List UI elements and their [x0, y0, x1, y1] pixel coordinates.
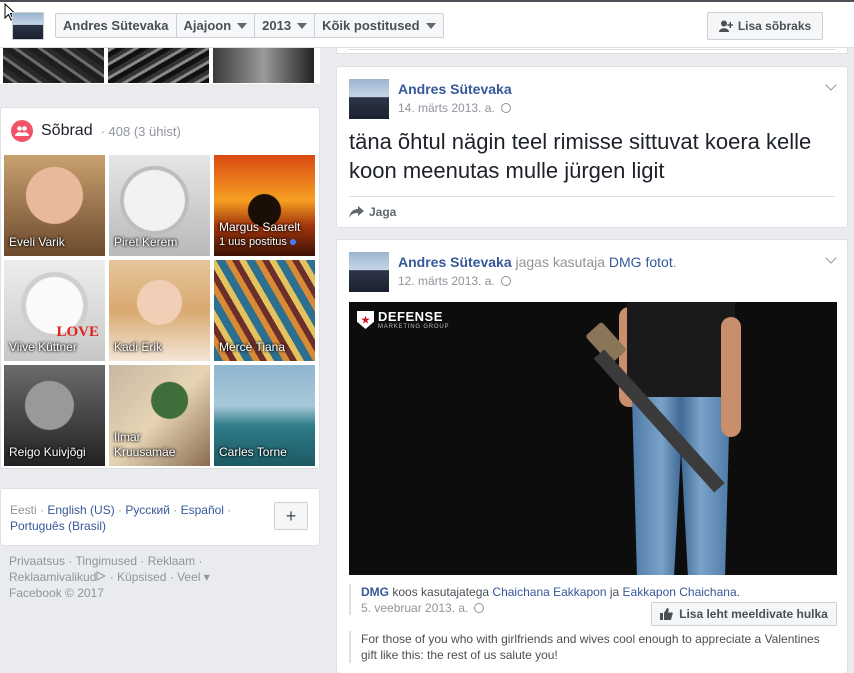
tagged-user-link[interactable]: Eakkapon Chaichana — [623, 585, 737, 599]
shared-post-meta: DMG koos kasutajatega Chaichana Eakkapon… — [349, 584, 837, 626]
ad-choices-icon — [96, 571, 107, 581]
friends-header: Sõbrad · 408 (3 ühist) — [11, 120, 181, 142]
post-options-chevron-icon[interactable] — [825, 252, 837, 264]
friend-name[interactable]: Kadi Erik — [114, 340, 162, 355]
post-author-avatar[interactable] — [349, 252, 389, 292]
shared-post-source: DMG koos kasutajatega Chaichana Eakkapon… — [361, 585, 740, 599]
footer-link-ads[interactable]: Reklaam — [148, 554, 195, 568]
top-bar: Andres Sütevaka Ajajoon 2013 Kõik postit… — [0, 0, 854, 48]
photo-thumbnail[interactable] — [213, 48, 314, 83]
friend-tile[interactable]: Ilmar Kruusamäe — [109, 365, 210, 466]
friend-tile[interactable]: Piret Kerem — [109, 155, 210, 256]
languages-card: Eesti · English (US) · Русский · Español… — [0, 488, 320, 546]
add-language-button[interactable]: + — [274, 502, 308, 530]
shared-photo[interactable]: DEFENSE MARKETING GROUP — [349, 302, 837, 575]
post-card: Andres Sütevaka jagas kasutaja DMG fotot… — [336, 239, 848, 673]
chevron-down-icon — [425, 22, 436, 29]
post-author-name[interactable]: Andres Sütevaka — [398, 254, 512, 270]
language-option[interactable]: Português (Brasil) — [10, 519, 106, 533]
photo-thumbnail[interactable] — [3, 48, 104, 83]
share-button[interactable]: Jaga — [349, 205, 396, 219]
friend-tile[interactable]: Mercè Tiana — [214, 260, 315, 361]
friend-tile[interactable]: Margus Saarelt 1 uus postitus — [214, 155, 315, 256]
footer-link-privacy[interactable]: Privaatsus — [9, 554, 65, 568]
shared-photo-link[interactable]: fotot — [645, 254, 672, 270]
post-date: 14. märts 2013. a. — [398, 101, 511, 115]
friend-name[interactable]: Margus Saarelt 1 uus postitus — [219, 220, 300, 250]
friend-new-post-note: 1 uus postitus — [219, 235, 300, 250]
post-divider — [349, 196, 835, 197]
brand-name: DEFENSE — [378, 309, 443, 324]
footer-links: Privaatsus · Tingimused · Reklaam · Rekl… — [9, 554, 210, 600]
post-author-avatar[interactable] — [349, 79, 389, 119]
post-text: täna õhtul nägin teel rimisse sittuvat k… — [349, 129, 812, 183]
friend-name[interactable]: Mercè Tiana — [219, 340, 285, 355]
friends-title[interactable]: Sõbrad — [41, 122, 93, 140]
friend-tile[interactable]: Carles Torne — [214, 365, 315, 466]
add-friend-icon — [718, 20, 733, 32]
breadcrumb-year[interactable]: 2013 — [255, 14, 316, 37]
post-options-chevron-icon[interactable] — [825, 79, 837, 91]
chevron-down-icon — [237, 22, 248, 29]
post-card: Andres Sütevaka 14. märts 2013. a. täna … — [336, 66, 848, 228]
public-globe-icon — [474, 603, 485, 613]
friend-name[interactable]: Reigo Kuivjõgi — [9, 445, 86, 460]
thumbs-up-icon — [660, 608, 673, 620]
like-page-button[interactable]: Lisa leht meeldivate hulka — [651, 602, 837, 626]
friend-name[interactable]: Viive Küttner — [9, 340, 77, 355]
friend-tile[interactable]: LOVE Viive Küttner — [4, 260, 105, 361]
public-globe-icon — [500, 276, 511, 286]
footer-link-cookies[interactable]: Küpsised — [117, 570, 166, 584]
brand-subtitle: MARKETING GROUP — [378, 324, 450, 330]
language-option[interactable]: Русский — [125, 503, 170, 517]
shield-star-icon — [357, 311, 374, 329]
share-arrow-icon — [349, 206, 364, 218]
footer-link-terms[interactable]: Tingimused — [75, 554, 137, 568]
post-date: 12. märts 2013. a. — [398, 274, 511, 288]
post-author: Andres Sütevaka jagas kasutaja DMG fotot… — [398, 254, 677, 270]
friend-tile[interactable]: Eveli Varik — [4, 155, 105, 256]
photo-thumbnail[interactable] — [108, 48, 209, 83]
add-friend-button[interactable]: Lisa sõbraks — [707, 12, 823, 40]
friend-tile[interactable]: Reigo Kuivjõgi — [4, 365, 105, 466]
breadcrumb-timeline[interactable]: Ajajoon — [177, 14, 256, 37]
friend-name[interactable]: Piret Kerem — [114, 235, 177, 250]
tagged-user-link[interactable]: Chaichana Eakkapon — [492, 585, 606, 599]
friends-icon — [11, 120, 33, 142]
profile-avatar[interactable] — [12, 12, 44, 40]
breadcrumb: Andres Sütevaka Ajajoon 2013 Kõik postit… — [55, 13, 444, 38]
post-author: Andres Sütevaka — [398, 81, 512, 97]
friend-tile[interactable]: Kadi Erik — [109, 260, 210, 361]
language-list: Eesti · English (US) · Русский · Español… — [10, 503, 232, 533]
friend-name[interactable]: Carles Torne — [219, 445, 287, 460]
friend-name[interactable]: Eveli Varik — [9, 235, 65, 250]
friends-count: · 408 (3 ühist) — [100, 123, 181, 139]
language-option[interactable]: Español — [181, 503, 224, 517]
friends-card: Sõbrad · 408 (3 ühist) Eveli Varik Piret… — [0, 107, 320, 469]
post-action-text: jagas kasutaja — [515, 254, 606, 270]
language-option[interactable]: English (US) — [47, 503, 114, 517]
chevron-down-icon — [297, 22, 308, 29]
shared-post-description: For those of you who with girlfriends an… — [349, 631, 837, 663]
footer-copyright: Facebook © 2017 — [9, 586, 104, 600]
previous-post-edge — [336, 48, 848, 54]
public-globe-icon — [500, 103, 511, 113]
footer-link-ad-choices[interactable]: Reklaamivalikud — [9, 570, 96, 584]
shared-owner-link[interactable]: DMG — [609, 254, 642, 270]
post-author-name[interactable]: Andres Sütevaka — [398, 81, 512, 97]
breadcrumb-post-filter[interactable]: Kõik postitused — [315, 14, 443, 37]
footer-link-more[interactable]: Veel — [177, 570, 200, 584]
breadcrumb-profile-name[interactable]: Andres Sütevaka — [56, 14, 177, 37]
new-post-dot-icon — [289, 239, 296, 245]
language-current: Eesti — [10, 503, 37, 517]
brand-logo: DEFENSE MARKETING GROUP — [357, 310, 449, 330]
share-source-link[interactable]: DMG — [361, 585, 389, 599]
friend-name[interactable]: Ilmar Kruusamäe — [114, 430, 184, 460]
friends-grid: Eveli Varik Piret Kerem Margus Saarelt 1 … — [4, 155, 316, 466]
love-overlay-text: LOVE — [56, 324, 99, 340]
